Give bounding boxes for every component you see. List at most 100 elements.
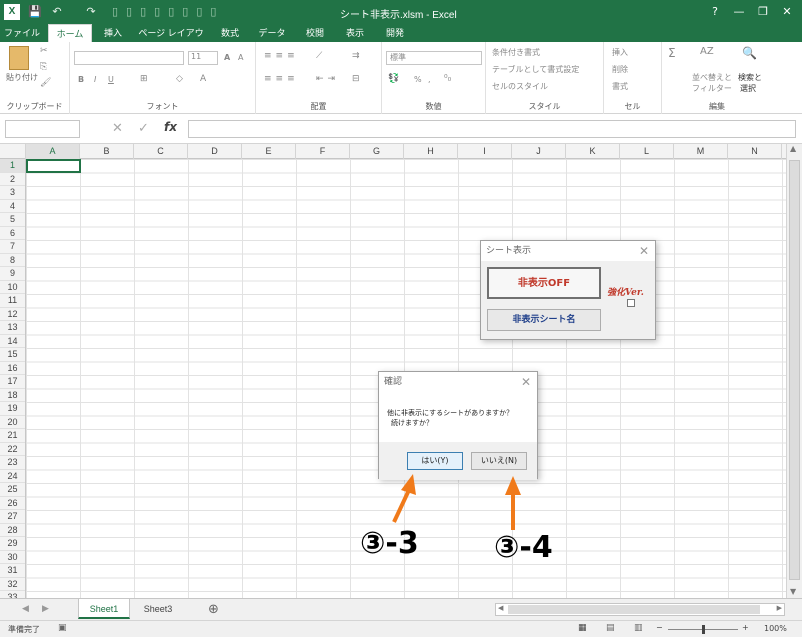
zoom-level[interactable]: 100% — [764, 624, 787, 633]
column-header[interactable]: I — [458, 144, 512, 159]
find-icon[interactable]: 🔍 — [742, 46, 757, 60]
font-grow-button[interactable]: A — [224, 53, 230, 62]
minimize-button[interactable]: — — [728, 3, 750, 21]
percent-button[interactable]: % — [414, 75, 422, 84]
row-header[interactable]: 7 — [0, 240, 25, 254]
tab-home[interactable]: ホーム — [48, 24, 92, 42]
cell-styles-button[interactable]: セルのスタイル — [492, 81, 548, 92]
insert-cells-button[interactable]: 挿入 — [612, 47, 628, 58]
scroll-thumb[interactable] — [789, 160, 800, 580]
h-scroll-thumb[interactable] — [508, 605, 760, 614]
merge-icon[interactable]: ⊟ — [352, 74, 360, 84]
underline-button[interactable]: U — [108, 75, 114, 84]
row-header[interactable]: 8 — [0, 254, 25, 267]
restore-button[interactable]: ❐ — [752, 3, 774, 21]
undo-icon[interactable]: ↶ — [50, 5, 64, 19]
enhanced-ver-checkbox[interactable] — [627, 299, 635, 307]
vertical-align-icons[interactable]: ≡≡≡ — [264, 51, 299, 61]
row-header[interactable]: 23 — [0, 456, 25, 470]
next-sheet-icon[interactable]: ▶ — [42, 604, 49, 614]
row-header[interactable]: 12 — [0, 308, 25, 321]
format-cells-button[interactable]: 書式 — [612, 81, 628, 92]
fill-color-icon[interactable]: ◇ — [176, 74, 183, 84]
horizontal-align-icons[interactable]: ≡≡≡ — [264, 74, 299, 84]
wrap-text-icon[interactable]: ⇉ — [352, 51, 360, 61]
column-header[interactable]: A — [26, 144, 80, 159]
currency-icon[interactable]: 💱 — [388, 74, 399, 84]
cancel-icon[interactable]: ✕ — [112, 121, 123, 136]
column-header[interactable]: M — [674, 144, 728, 159]
decimal-icons[interactable]: ⁰₀ — [444, 74, 451, 84]
help-button[interactable]: ? — [704, 3, 726, 21]
paste-icon[interactable] — [9, 46, 29, 70]
column-header[interactable]: F — [296, 144, 350, 159]
row-header[interactable]: 11 — [0, 294, 25, 308]
row-header[interactable]: 10 — [0, 281, 25, 294]
row-header[interactable]: 1 — [0, 159, 25, 173]
yes-button[interactable]: はい(Y) — [407, 452, 463, 470]
row-header[interactable]: 22 — [0, 443, 25, 456]
sort-label[interactable]: 並べ替えと — [692, 72, 732, 83]
add-sheet-icon[interactable]: ⊕ — [208, 602, 219, 617]
paste-label[interactable]: 貼り付け — [6, 72, 38, 83]
row-header[interactable]: 21 — [0, 429, 25, 443]
column-header[interactable]: J — [512, 144, 566, 159]
row-header[interactable]: 25 — [0, 483, 25, 497]
row-header[interactable]: 20 — [0, 416, 25, 429]
indent-icons[interactable]: ⇤⇥ — [316, 74, 339, 84]
select-all-corner[interactable] — [0, 144, 26, 159]
row-header[interactable]: 32 — [0, 578, 25, 591]
select-label[interactable]: 選択 — [740, 83, 756, 94]
sheet-tab-sheet3[interactable]: Sheet3 — [132, 599, 184, 619]
font-shrink-button[interactable]: A — [238, 53, 243, 62]
row-header[interactable]: 13 — [0, 321, 25, 335]
scroll-down-icon[interactable]: ▼ — [790, 587, 796, 596]
close-icon[interactable]: ✕ — [639, 241, 649, 261]
page-layout-view-icon[interactable]: ▤ — [606, 623, 615, 633]
prev-sheet-icon[interactable]: ◀ — [22, 604, 29, 614]
macro-record-icon[interactable]: ▣ — [58, 623, 67, 633]
filter-label[interactable]: フィルター — [692, 83, 732, 94]
border-icon[interactable]: ⊞ — [140, 74, 148, 84]
row-header[interactable]: 17 — [0, 375, 25, 389]
close-icon[interactable]: ✕ — [521, 372, 531, 392]
orientation-icon[interactable]: ⟋ — [316, 51, 322, 61]
column-header[interactable]: D — [188, 144, 242, 159]
tab-review[interactable]: 校閲 — [298, 24, 332, 42]
save-icon[interactable]: 💾 — [28, 5, 42, 19]
row-header[interactable]: 16 — [0, 362, 25, 375]
row-header[interactable]: 26 — [0, 497, 25, 510]
no-button[interactable]: いいえ(N) — [471, 452, 527, 470]
row-header[interactable]: 33 — [0, 591, 25, 598]
formula-input[interactable] — [188, 120, 796, 138]
fx-icon[interactable]: fx — [164, 120, 177, 134]
row-header[interactable]: 30 — [0, 551, 25, 564]
font-size-select[interactable]: 11 — [188, 51, 218, 65]
column-header[interactable]: N — [728, 144, 782, 159]
row-header[interactable]: 27 — [0, 510, 25, 524]
italic-button[interactable]: I — [94, 75, 96, 84]
tab-developer[interactable]: 開発 — [378, 24, 412, 42]
active-cell[interactable] — [26, 159, 81, 173]
scroll-up-icon[interactable]: ▲ — [790, 144, 796, 153]
name-box[interactable] — [5, 120, 80, 138]
format-painter-icon[interactable]: 🖌 — [40, 78, 51, 88]
scroll-left-icon[interactable]: ◀ — [498, 604, 503, 612]
sheet-tab-sheet1[interactable]: Sheet1 — [78, 599, 130, 619]
column-header[interactable]: C — [134, 144, 188, 159]
sort-icon[interactable]: AZ — [700, 46, 714, 57]
row-header[interactable]: 6 — [0, 227, 25, 240]
comma-button[interactable]: , — [428, 75, 431, 84]
row-header[interactable]: 14 — [0, 335, 25, 348]
row-header[interactable]: 24 — [0, 470, 25, 483]
scroll-right-icon[interactable]: ▶ — [777, 604, 782, 612]
font-name-select[interactable] — [74, 51, 184, 65]
font-color-icon[interactable]: A — [200, 74, 206, 84]
tab-insert[interactable]: 挿入 — [96, 24, 130, 42]
close-button[interactable]: ✕ — [776, 3, 798, 21]
row-header[interactable]: 4 — [0, 200, 25, 213]
copy-icon[interactable]: ⎘ — [40, 62, 47, 72]
delete-cells-button[interactable]: 削除 — [612, 64, 628, 75]
cut-icon[interactable]: ✂ — [40, 46, 48, 56]
row-header[interactable]: 9 — [0, 267, 25, 281]
